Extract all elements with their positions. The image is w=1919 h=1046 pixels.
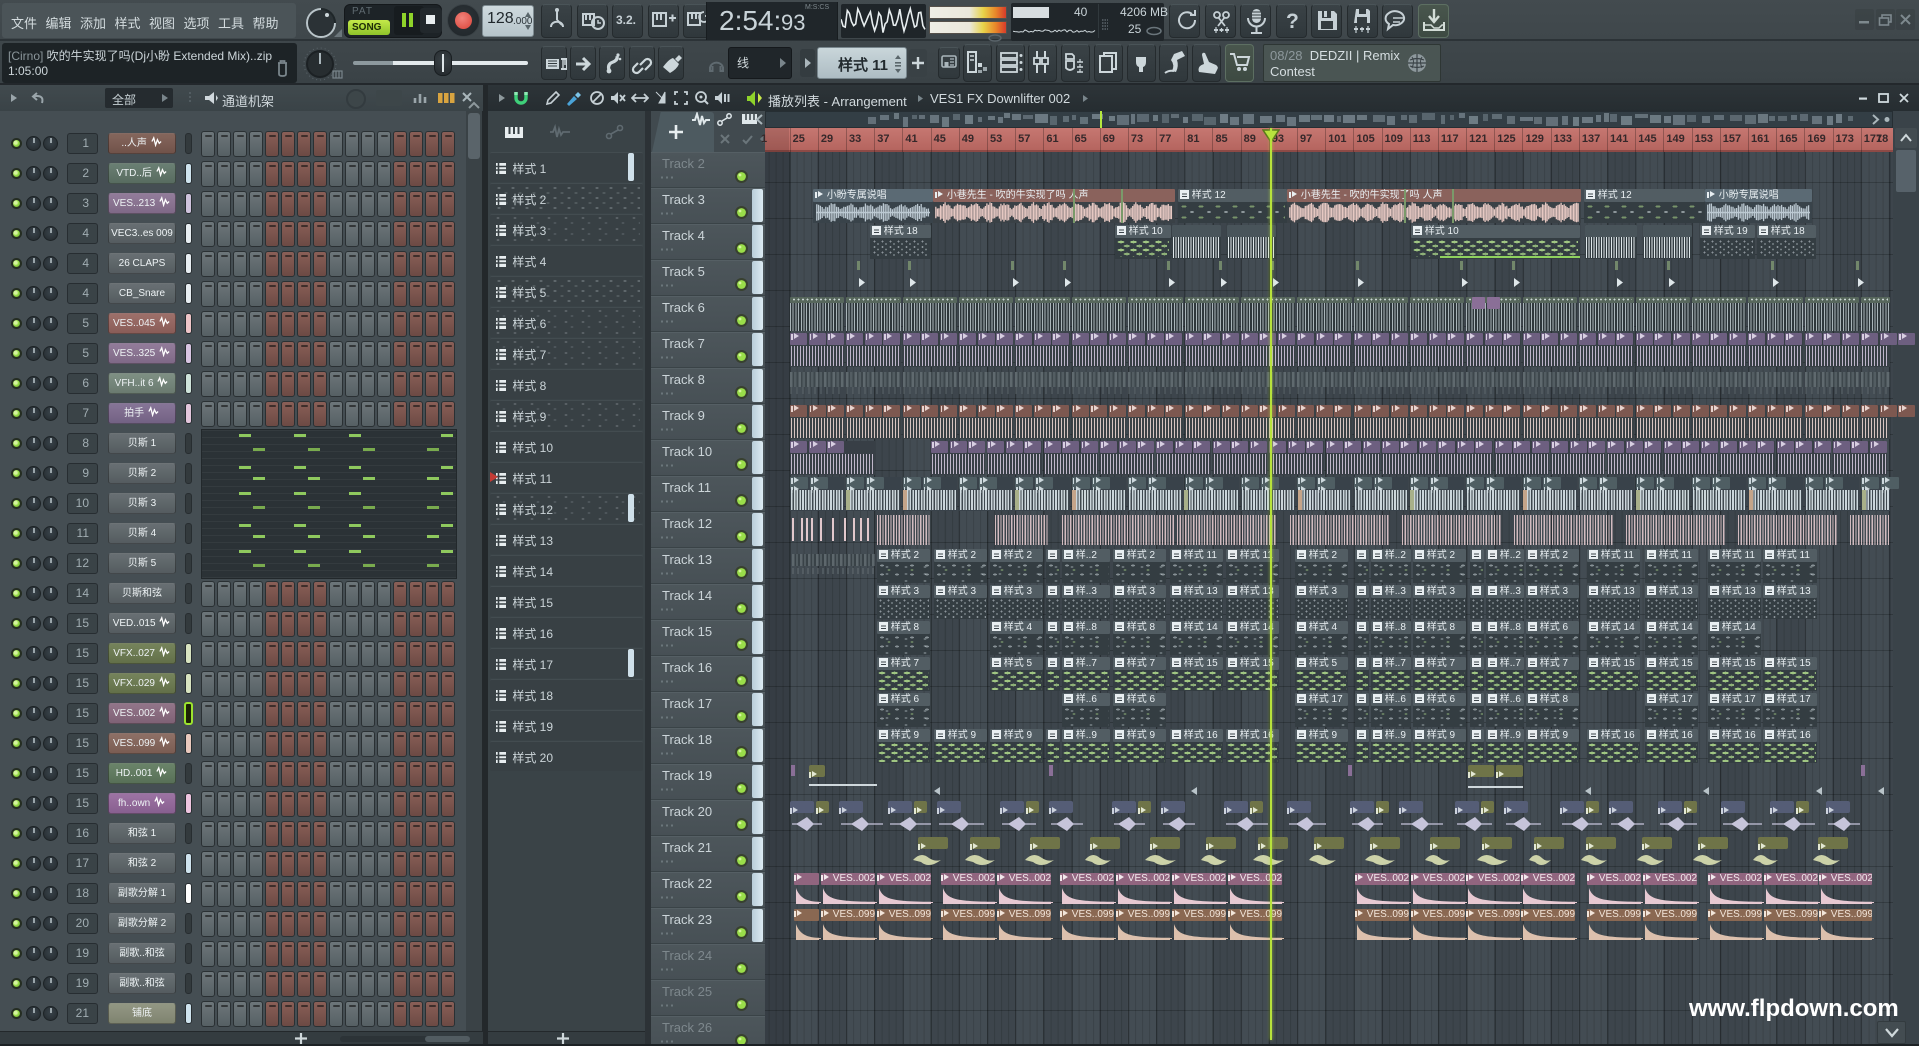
svg-text:3.2.: 3.2. — [616, 13, 636, 27]
svg-text:?: ? — [1286, 10, 1299, 33]
